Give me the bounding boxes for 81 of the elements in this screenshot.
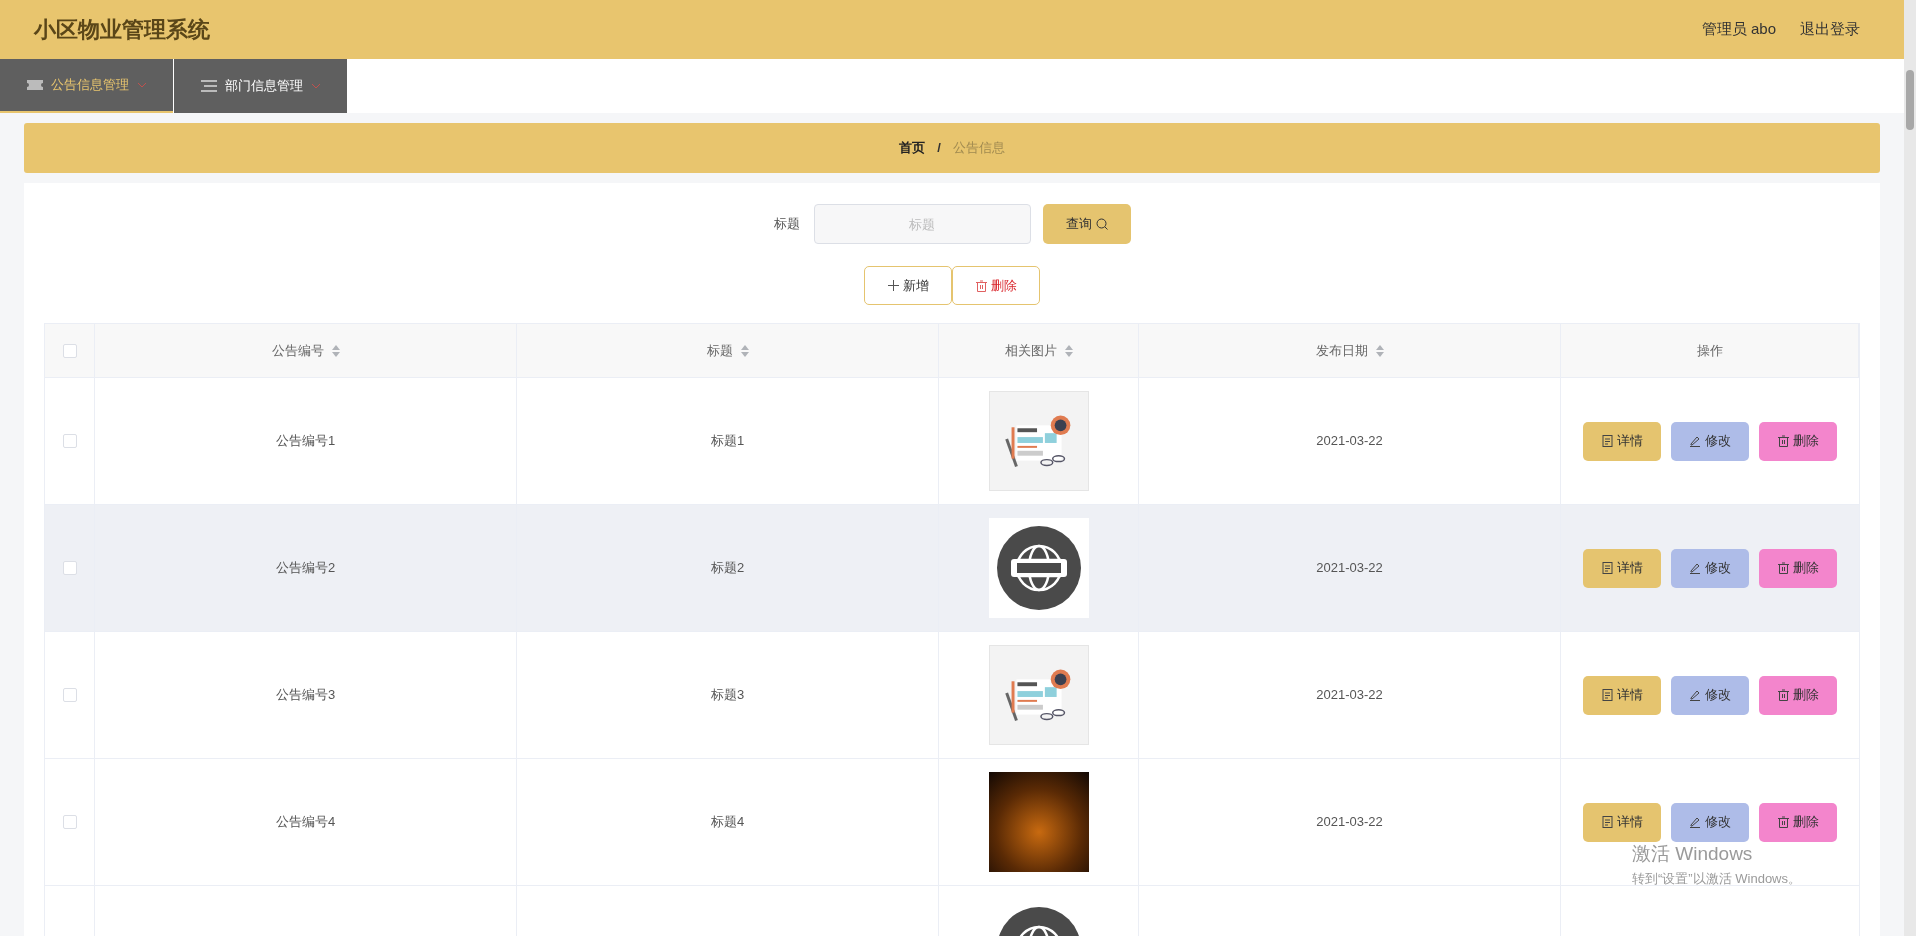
document-icon [1601, 816, 1613, 828]
sort-icon[interactable] [740, 344, 749, 357]
header-cell[interactable]: 公告编号 [95, 324, 517, 377]
table-cell-text: 公告编号2 [275, 559, 336, 578]
delete-button[interactable]: 删除 [1759, 802, 1837, 842]
select-all-checkbox[interactable] [62, 343, 77, 358]
app-title: 小区物业管理系统 [34, 16, 210, 44]
document-icon [1601, 562, 1613, 574]
table-cell-text: 公告编号1 [275, 432, 336, 451]
edit-button[interactable]: 修改 [1671, 675, 1749, 715]
plus-icon [887, 280, 899, 291]
activation-notice-text: 转到“设置”以激活 Windows。 [1632, 869, 1801, 888]
edit-button[interactable]: 修改 [1671, 421, 1749, 461]
add-button[interactable]: 新增 [864, 266, 952, 305]
column-header: 相关图片 [1004, 341, 1057, 360]
pencil-icon [1689, 562, 1701, 574]
document-icon [1601, 435, 1613, 447]
edit-button[interactable]: 修改 [1671, 802, 1749, 842]
pencil-icon [1689, 689, 1701, 701]
delete-button[interactable]: 删除 [1759, 421, 1837, 461]
edit-button[interactable]: 修改 [1671, 548, 1749, 588]
search-button[interactable]: 查询 [1042, 204, 1131, 244]
title-search-field[interactable]: 标题 [813, 204, 1031, 244]
table-row[interactable]: 公告编号2 标题2 2021-03-22 详情 修改 删除 [45, 505, 1859, 632]
table-cell-text: 标题2 [710, 559, 745, 578]
ticket-icon [26, 79, 43, 91]
column-header: 操作 [1696, 341, 1723, 360]
breadcrumb-link[interactable]: 首页 [899, 138, 926, 158]
trash-icon [1777, 816, 1789, 828]
detail-button[interactable]: 详情 [1583, 421, 1661, 461]
table-cell-text: 标题3 [710, 686, 745, 705]
search-label: 标题 [773, 215, 800, 234]
header-cell[interactable]: 操作 [1561, 324, 1859, 377]
detail-button[interactable]: 详情 [1583, 548, 1661, 588]
trash-icon [1777, 689, 1789, 701]
header-cell[interactable]: 相关图片 [939, 324, 1139, 377]
header-cell[interactable]: 发布日期 [1139, 324, 1561, 377]
row-checkbox[interactable] [62, 688, 77, 702]
table-cell-text: 标题1 [710, 432, 745, 451]
delete-button[interactable]: 删除 [1759, 675, 1837, 715]
chevron-down-icon [136, 82, 147, 88]
logout-link[interactable]: 退出登录 [1800, 18, 1860, 41]
scrollbar[interactable] [1904, 0, 1916, 936]
sort-icon[interactable] [331, 344, 340, 357]
delete-button[interactable]: 删除 [952, 266, 1040, 305]
row-checkbox[interactable] [62, 815, 77, 829]
search-icon [1095, 218, 1108, 230]
column-header: 公告编号 [271, 341, 324, 360]
scrollbar-thumb[interactable] [1906, 70, 1914, 130]
table-cell-text: 2021-03-22 [1316, 813, 1383, 832]
table-row[interactable]: 公告编号3 标题3 2021-03-22 详情 修改 删除 [45, 632, 1859, 759]
pencil-icon [1689, 816, 1701, 828]
sort-icon[interactable] [1375, 344, 1384, 357]
pencil-icon [1689, 435, 1701, 447]
list-icon [200, 80, 217, 92]
document-icon [1601, 689, 1613, 701]
menu-tab[interactable]: 部门信息管理 [174, 59, 347, 113]
table-cell-text: 公告编号3 [275, 686, 336, 705]
table-cell-text: 2021-03-22 [1316, 432, 1383, 451]
trash-icon [1777, 562, 1789, 574]
activation-notice-title: 激活 Windows [1632, 842, 1754, 866]
header-cell[interactable]: 标题 [517, 324, 939, 377]
table-cell-text: 公告编号4 [275, 813, 336, 832]
breadcrumb-separator: / [937, 139, 941, 158]
table-cell-text: 标题4 [710, 813, 745, 832]
user-name: 管理员 abo [1701, 19, 1776, 40]
row-checkbox[interactable] [62, 434, 77, 448]
table-cell-text: 2021-03-22 [1316, 559, 1383, 578]
column-header: 发布日期 [1315, 341, 1368, 360]
sort-icon[interactable] [1064, 344, 1073, 357]
trash-icon [975, 279, 987, 292]
delete-button[interactable]: 删除 [1759, 548, 1837, 588]
trash-icon [1777, 435, 1789, 447]
table-row[interactable]: 公告编号1 标题1 2021-03-22 详情 修改 删除 [45, 378, 1859, 505]
chevron-down-icon [310, 83, 321, 89]
table-cell-text: 2021-03-22 [1316, 686, 1383, 705]
detail-button[interactable]: 详情 [1583, 675, 1661, 715]
menu-tab[interactable]: 公告信息管理 [0, 59, 173, 113]
detail-button[interactable]: 详情 [1583, 802, 1661, 842]
column-header: 标题 [706, 341, 733, 360]
row-checkbox[interactable] [62, 561, 77, 575]
